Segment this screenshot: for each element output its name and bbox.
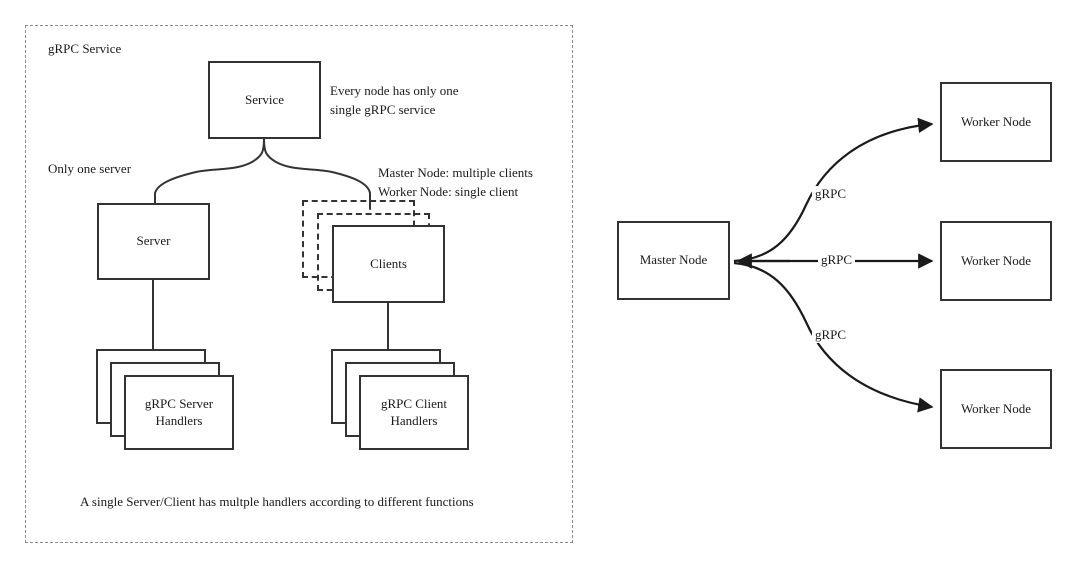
node-worker-2[interactable]: Worker Node — [940, 221, 1052, 301]
node-worker-3-label: Worker Node — [960, 400, 1032, 416]
edge-label-grpc-2: gRPC — [818, 252, 856, 268]
node-worker-3[interactable]: Worker Node — [940, 369, 1052, 449]
node-worker-2-label: Worker Node — [960, 252, 1032, 268]
diagram-canvas: gRPC Service Service Every node has only… — [0, 0, 1080, 570]
edge-label-grpc-1: gRPC — [812, 186, 850, 202]
node-master[interactable]: Master Node — [617, 221, 730, 300]
node-master-label: Master Node — [639, 252, 708, 268]
node-worker-1[interactable]: Worker Node — [940, 82, 1052, 162]
node-worker-1-label: Worker Node — [960, 113, 1032, 129]
right-panel-connectors — [733, 117, 934, 413]
edge-label-grpc-3: gRPC — [812, 327, 850, 343]
